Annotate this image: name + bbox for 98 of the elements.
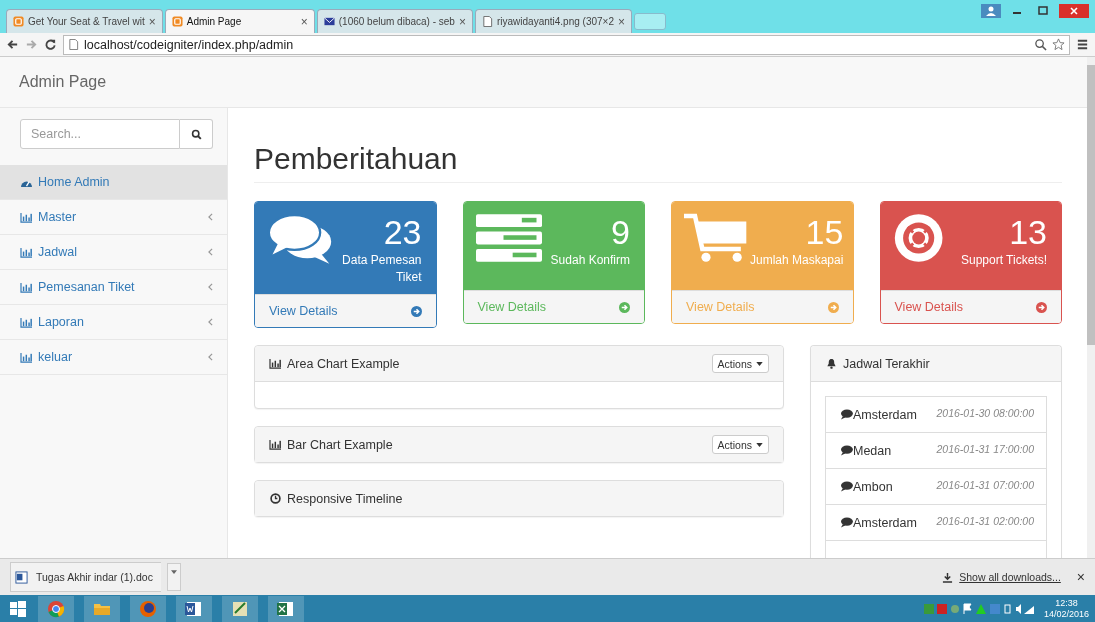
caret-icon [756,442,763,447]
panel-title: Jadwal Terakhir [843,356,931,371]
download-icon [942,571,954,583]
bar-chart-icon [269,358,282,369]
close-icon[interactable] [1059,4,1089,18]
firefox-icon[interactable] [130,595,166,622]
actions-dropdown[interactable]: Actions [711,354,769,373]
browser-tab[interactable]: Admin Page × [164,9,315,33]
system-tray-icons[interactable] [923,601,1034,616]
search-field[interactable]: Search... [20,119,180,149]
schedule-item[interactable]: Medan 2016-01-31 17:00:00 [826,433,1046,469]
sidebar-item[interactable]: Pemesanan Tiket [0,270,227,305]
scrollbar[interactable] [1087,57,1095,558]
brand-title[interactable]: Admin Page [19,73,107,91]
panel-title: Bar Chart Example [287,437,394,452]
tab-title: Admin Page [186,16,243,27]
sidebar-item[interactable]: Jadwal [0,235,227,270]
caret-icon [170,570,177,574]
mail-icon [323,16,335,27]
stat-count: 9 [611,212,630,252]
comment-icon [840,517,853,528]
caret-icon [756,361,763,366]
star-icon[interactable] [1052,38,1065,51]
page-heading: Pemberitahuan [254,142,1062,183]
comment-icon [840,445,853,456]
browser-tab[interactable]: (1060 belum dibaca) - seb × [316,9,473,33]
bar-chart-icon [20,246,33,258]
back-icon[interactable] [6,38,19,51]
reload-icon[interactable] [44,38,57,51]
schedule-item[interactable]: Amsterdam 2016-01-31 02:00:00 [826,505,1046,541]
sidebar-item[interactable]: keluar [0,340,227,375]
view-details-link[interactable]: View Details [255,294,436,327]
close-download-bar[interactable]: × [1076,569,1085,585]
schedule-item[interactable]: Amsterdam 2016-01-30 08:00:00 [826,397,1046,433]
clock-icon [269,493,282,504]
schedule-item[interactable]: Ambon 2016-01-31 07:00:00 [826,469,1046,505]
download-menu-button[interactable] [166,563,181,591]
sidebar-item[interactable]: Home Admin [0,165,227,200]
search-icon [190,128,202,140]
stat-label: Data Pemesan Tiket [341,252,422,286]
schedule-time: 2016-01-31 07:00:00 [936,479,1034,491]
word-icon[interactable] [176,595,212,622]
tab-title: (1060 belum dibaca) - seb [338,16,455,27]
arrow-circle-icon [619,301,630,313]
schedule-time: 2016-01-31 17:00:00 [936,443,1034,455]
address-field[interactable]: localhost/codeigniter/index.php/admin [63,34,1070,55]
download-item[interactable]: Tugas Akhir indar (1).doc [10,562,161,592]
arrow-circle-icon [827,301,839,313]
tab-title: riyawidayanti4.png (307×2 [496,16,614,27]
stat-count: 23 [383,212,422,252]
stat-count: 13 [1009,212,1047,252]
stat-label: Jumlah Maskapai [750,252,844,269]
tab-close[interactable]: × [618,14,625,29]
sidebar-item[interactable]: Master [0,200,227,235]
page-icon [481,16,493,27]
sidebar-item[interactable]: Laporan [0,305,227,340]
site-favicon-icon [171,16,183,27]
comment-icon [840,481,853,492]
tab-close[interactable]: × [458,14,466,29]
chrome-icon[interactable] [38,595,74,622]
browser-tab[interactable]: Get Your Seat & Travel wit × [6,9,163,33]
bar-chart-icon [20,211,33,223]
stat-label: Sudah Konfirm [550,252,630,269]
page-icon [68,39,79,50]
bell-icon [825,358,838,369]
comment-icon [840,409,853,420]
arrow-circle-icon [1036,301,1047,313]
panel-title: Area Chart Example [287,356,401,371]
view-details-link[interactable]: View Details [880,290,1061,323]
bar-chart-icon [20,281,33,293]
bar-chart-icon [20,351,33,363]
actions-dropdown[interactable]: Actions [711,435,769,454]
stat-count: 15 [805,212,844,252]
clock-time[interactable]: 12:38 [1055,597,1078,609]
excel-icon[interactable] [268,595,304,622]
browser-tab[interactable]: riyawidayanti4.png (307×2 × [474,9,632,33]
server-rack-icon [475,212,542,264]
editor-icon[interactable] [222,595,258,622]
clock-date[interactable]: 14/02/2016 [1043,608,1089,620]
stat-label: Support Tickets! [960,252,1047,269]
show-all-downloads-link[interactable]: Show all downloads... [959,571,1061,583]
folder-icon[interactable] [84,595,120,622]
menu-icon[interactable] [1076,38,1089,51]
site-favicon-icon [13,16,24,27]
bar-chart-icon [269,439,282,450]
tab-title: Get Your Seat & Travel wit [28,16,145,27]
user-icon[interactable] [981,4,1001,18]
arrow-circle-icon [410,305,422,317]
zoom-icon[interactable] [1034,38,1047,51]
schedule-time: 2016-01-31 02:00:00 [936,515,1034,527]
document-icon [15,570,28,584]
schedule-time: 2016-01-30 08:00:00 [936,407,1034,419]
bar-chart-icon [20,316,33,328]
panel-title: Responsive Timeline [287,491,404,506]
windows-start-icon[interactable] [8,598,28,619]
search-button[interactable] [180,119,213,149]
tab-close[interactable]: × [148,14,156,29]
tab-close[interactable]: × [300,14,308,29]
